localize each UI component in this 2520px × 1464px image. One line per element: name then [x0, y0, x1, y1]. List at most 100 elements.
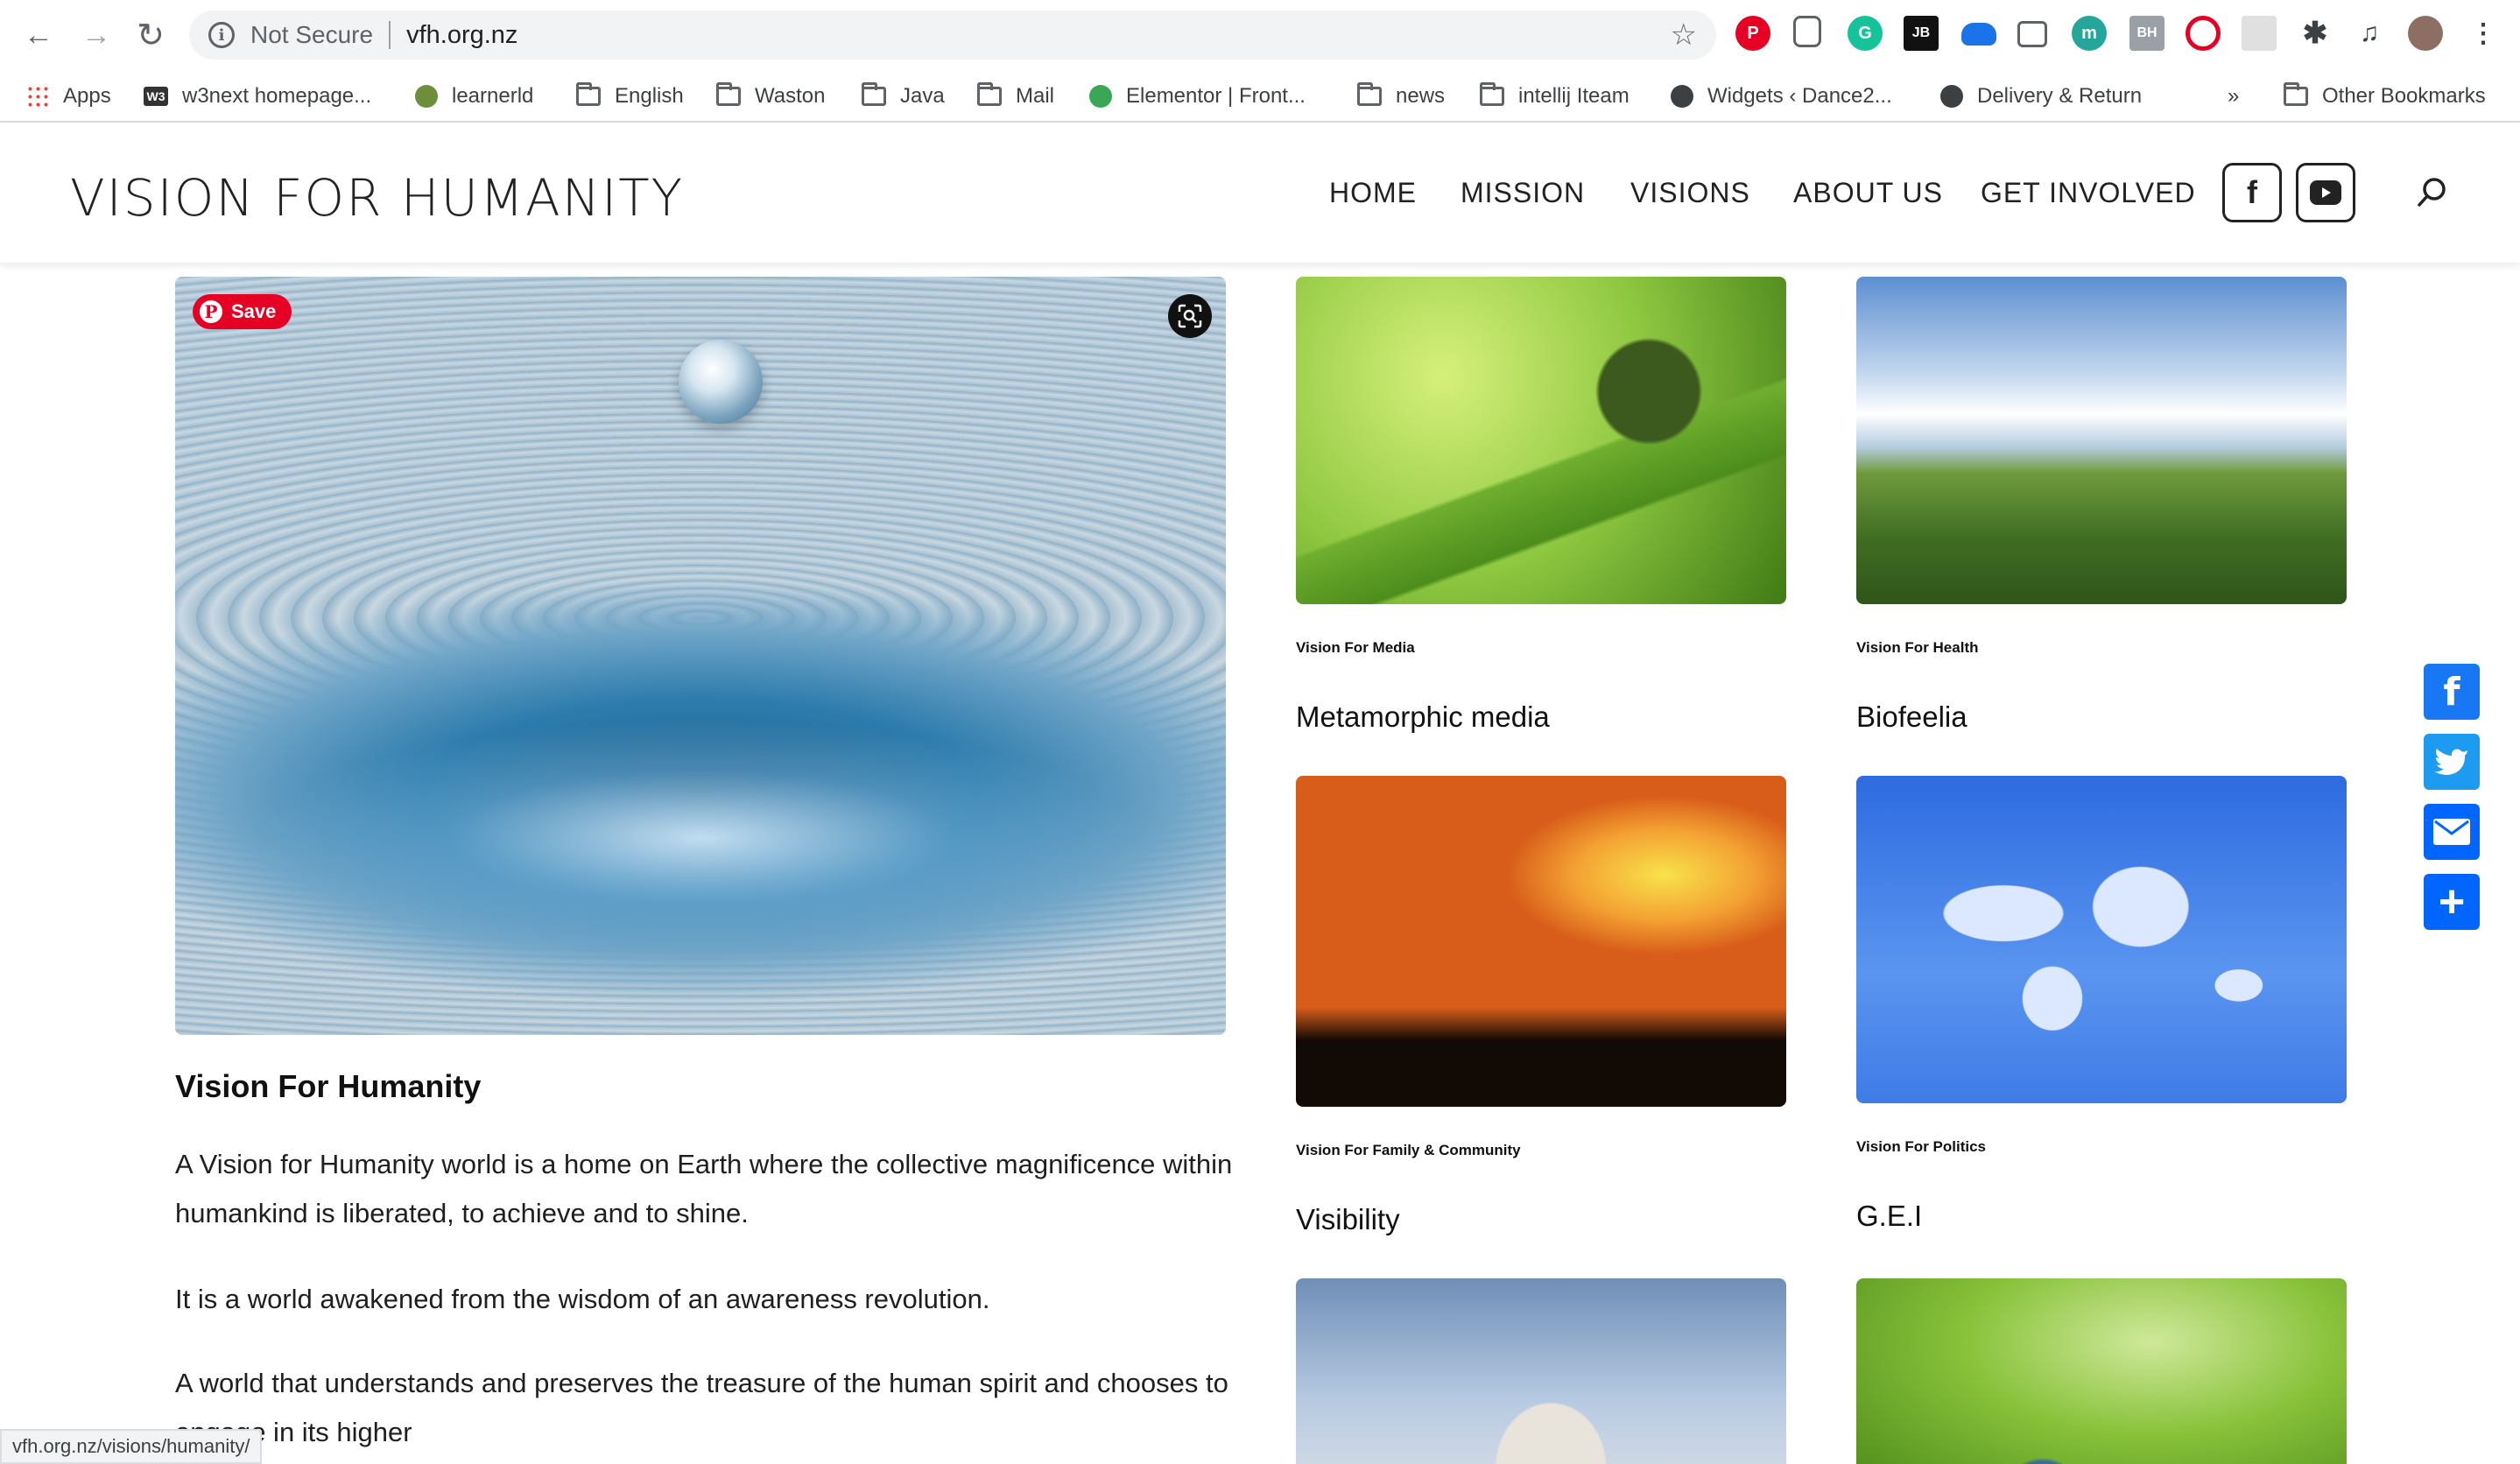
site-header: VISION FOR HUMANITY HOME MISSION VISIONS… [0, 123, 2520, 263]
bookmark-news[interactable]: news [1357, 79, 1445, 114]
bookmark-w3next[interactable]: W3 w3next homepage... [144, 79, 371, 114]
url-text[interactable]: vfh.org.nz [406, 21, 517, 50]
browser-menu-icon[interactable]: ⋮ [2466, 16, 2501, 51]
card-image-leaf-globe[interactable] [1856, 1278, 2347, 1464]
card-title[interactable]: Metamorphic media [1296, 700, 1550, 734]
bookmarks-overflow-button[interactable]: » [2228, 79, 2239, 114]
folder-icon [977, 82, 1002, 106]
card-image-meadow[interactable] [1856, 277, 2347, 604]
email-share-button[interactable] [2424, 804, 2480, 860]
bookmark-english[interactable]: English [576, 79, 684, 114]
bookmark-label: w3next homepage... [182, 84, 372, 108]
back-arrow-icon[interactable]: ← [16, 12, 61, 58]
article-paragraph: A world that understands and preserves t… [175, 1368, 1228, 1447]
recycle-icon [1089, 85, 1112, 108]
bookmark-delivery[interactable]: Delivery & Return [1940, 79, 2142, 114]
bookmark-learnerld[interactable]: learnerld [415, 79, 533, 114]
puzzle-extensions-icon[interactable]: ✱ [2298, 16, 2333, 51]
twitter-share-button[interactable] [2424, 734, 2480, 790]
bookmarks-bar: Apps W3 w3next homepage... learnerld Eng… [0, 70, 2520, 123]
card-title[interactable]: G.E.I [1856, 1200, 1922, 1233]
bookmark-widgets[interactable]: Widgets ‹ Dance2... [1671, 79, 1892, 114]
pinterest-extension-icon[interactable]: P [1735, 16, 1770, 51]
plus-icon: + [2438, 876, 2466, 927]
search-icon[interactable] [2415, 175, 2450, 210]
bookmark-apps[interactable]: Apps [26, 79, 111, 114]
forward-arrow-icon[interactable]: → [74, 12, 119, 58]
profile-avatar[interactable] [2408, 16, 2443, 51]
apps-grid-icon [26, 85, 49, 108]
visual-search-lens-button[interactable] [1168, 294, 1212, 338]
facebook-share-button[interactable]: f [2424, 664, 2480, 720]
site-logo[interactable]: VISION FOR HUMANITY [70, 168, 684, 228]
shield-extension-icon[interactable] [1793, 16, 1821, 47]
grammarly-extension-icon[interactable]: G [1848, 16, 1883, 51]
article-paragraph: A Vision for Humanity world is a home on… [175, 1149, 1233, 1228]
nav-about-us[interactable]: ABOUT US [1793, 177, 1943, 209]
bookmark-label: Java [900, 84, 945, 108]
facebook-icon: f [2247, 174, 2257, 210]
facebook-link[interactable]: f [2222, 163, 2282, 222]
card-category[interactable]: Vision For Family & Community [1296, 1142, 1521, 1159]
bookmark-intellij[interactable]: intellij Iteam [1480, 79, 1630, 114]
card-image-elephants[interactable] [1296, 776, 1786, 1107]
jetbrains-extension-icon[interactable]: JB [1904, 16, 1939, 51]
bookmark-label: intellij Iteam [1518, 84, 1630, 108]
bookmark-label: English [615, 84, 684, 108]
bookmark-elementor[interactable]: Elementor | Front... [1089, 79, 1306, 114]
cast-extension-icon[interactable] [2017, 21, 2047, 47]
bookmark-java[interactable]: Java [862, 79, 945, 114]
pinterest-save-button[interactable]: P Save [193, 294, 292, 329]
folder-icon [716, 82, 741, 106]
nav-get-involved[interactable]: GET INVOLVED [1981, 177, 2196, 209]
add-share-button[interactable]: + [2424, 874, 2480, 930]
facebook-icon: f [2443, 669, 2460, 714]
bookmark-label: Delivery & Return [1977, 84, 2143, 108]
grid-extension-icon[interactable] [2242, 16, 2277, 51]
card-image-butterfly[interactable] [1296, 277, 1786, 604]
bookmark-label: Mail [1016, 84, 1055, 108]
bookmark-label: Elementor | Front... [1126, 84, 1306, 108]
w3-icon: W3 [144, 87, 168, 106]
reload-icon[interactable]: ↻ [128, 12, 173, 58]
card-category[interactable]: Vision For Politics [1856, 1138, 1986, 1156]
cloud-extension-icon[interactable] [1961, 23, 1996, 46]
omnibox-separator [389, 21, 391, 49]
nav-visions[interactable]: VISIONS [1630, 177, 1750, 209]
bookmark-star-icon[interactable]: ☆ [1671, 18, 1697, 53]
address-bar[interactable]: i Not Secure vfh.org.nz ☆ [189, 11, 1716, 60]
card-category[interactable]: Vision For Health [1856, 639, 1979, 657]
article-paragraph: It is a world awakened from the wisdom o… [175, 1284, 990, 1314]
article-title: Vision For Humanity [175, 1068, 482, 1104]
folder-icon [1357, 82, 1382, 106]
hero-image-water-drop[interactable] [175, 277, 1226, 1035]
nav-mission[interactable]: MISSION [1461, 177, 1585, 209]
folder-icon [1480, 82, 1504, 106]
card-image-world-map[interactable] [1856, 776, 2347, 1103]
bookmark-label: learnerld [452, 84, 534, 108]
card-category[interactable]: Vision For Media [1296, 639, 1415, 657]
youtube-link[interactable] [2296, 163, 2355, 222]
pin-save-label: Save [231, 300, 277, 322]
card-title[interactable]: Visibility [1296, 1203, 1400, 1236]
pinterest-icon: P [200, 300, 222, 323]
folder-icon [576, 82, 601, 106]
bookmark-other[interactable]: Other Bookmarks [2284, 79, 2486, 114]
globe-icon [1671, 85, 1693, 108]
water-drop-graphic [679, 340, 763, 424]
bh-extension-icon[interactable]: BH [2129, 16, 2165, 51]
card-image-statue[interactable] [1296, 1278, 1786, 1464]
bookmark-label: Other Bookmarks [2322, 84, 2486, 108]
m-extension-icon[interactable]: m [2072, 16, 2107, 51]
media-control-icon[interactable]: ♫ [2352, 16, 2387, 51]
block-extension-icon[interactable] [2186, 16, 2221, 51]
twitter-icon [2434, 749, 2467, 775]
link-status-bar: vfh.org.nz/visions/humanity/ [0, 1429, 263, 1464]
bookmark-mail[interactable]: Mail [977, 79, 1054, 114]
folder-icon [862, 82, 886, 106]
card-title[interactable]: Biofeelia [1856, 700, 1967, 734]
nav-home[interactable]: HOME [1329, 177, 1417, 209]
info-icon[interactable]: i [208, 22, 235, 48]
bookmark-label: Widgets ‹ Dance2... [1707, 84, 1892, 108]
bookmark-waston[interactable]: Waston [716, 79, 825, 114]
